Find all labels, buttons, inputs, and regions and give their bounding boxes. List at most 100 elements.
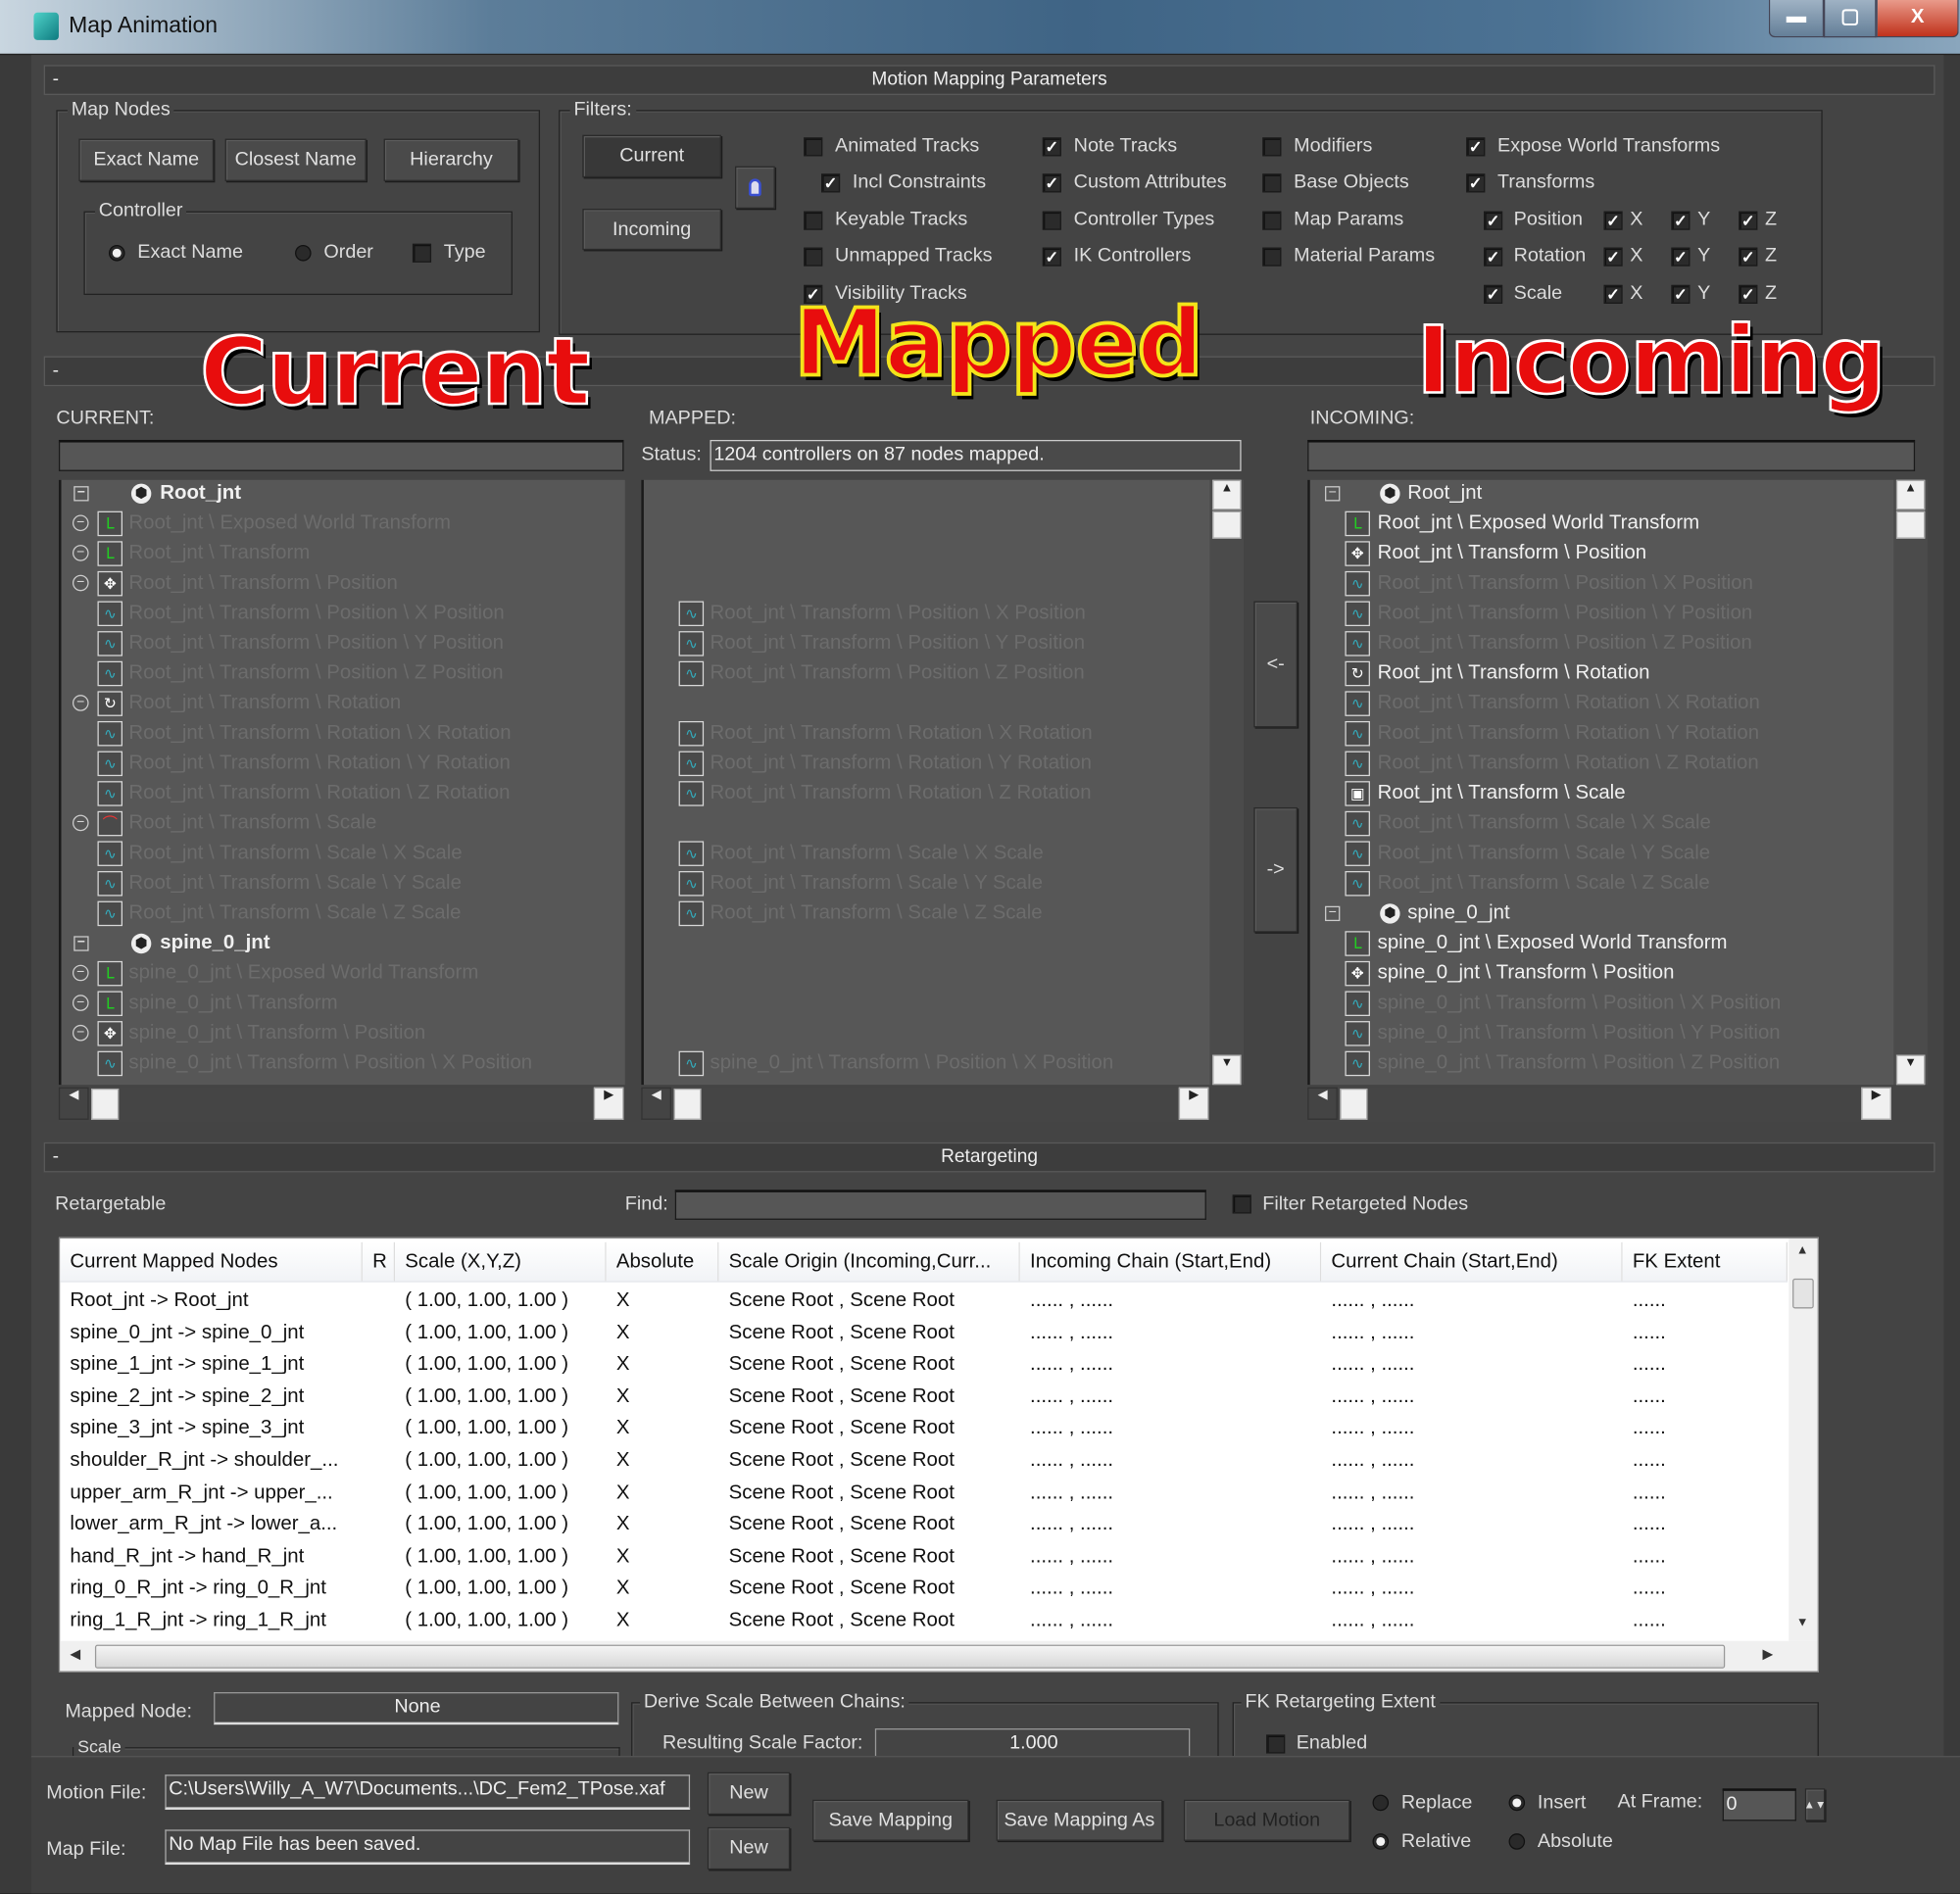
collapse-box-icon[interactable]: − (1325, 905, 1341, 922)
axis-x-checkbox[interactable]: ✓ (1603, 211, 1623, 230)
mapped-row[interactable]: ∿ Root_jnt \ Transform \ Scale \ Y Scale (644, 868, 1210, 898)
minimize-button[interactable]: ▬ (1768, 0, 1824, 38)
filter-checkbox[interactable]: ✓ (804, 284, 823, 304)
tree-controller-row[interactable]: − ✥ spine_0_jnt \ Transform \ Position (61, 1019, 624, 1049)
tree-controller-row[interactable]: ∿ Root_jnt \ Transform \ Position \ Z Pos… (61, 658, 624, 689)
table-row[interactable]: shoulder_R_jnt -> shoulder_... ( 1.00, 1.… (60, 1444, 1788, 1476)
tree-controller-row[interactable]: ∿ Root_jnt \ Transform \ Rotation \ X Rot… (1310, 689, 1894, 719)
incoming-tree[interactable]: − ⬢ Root_jnt ᒪ Root_jnt \ Exposed World Tran… (1307, 479, 1894, 1086)
filter-checkbox[interactable]: ✓ (1042, 173, 1061, 193)
table-row[interactable]: upper_arm_R_jnt -> upper_... ( 1.00, 1.00… (60, 1477, 1788, 1508)
collapse-circle-icon[interactable]: − (72, 964, 89, 982)
tree-controller-row[interactable]: − ⌒ Root_jnt \ Transform \ Scale (61, 808, 624, 839)
current-tree[interactable]: − ⬢ Root_jnt − ᒪ Root_jnt \ Exposed World Tra… (58, 479, 625, 1086)
absolute-radio[interactable] (1508, 1833, 1526, 1850)
lock-filter-button[interactable] (734, 166, 775, 210)
collapse-circle-icon[interactable]: − (72, 695, 89, 711)
axis-z-checkbox[interactable]: ✓ (1739, 247, 1758, 267)
table-row[interactable]: spine_1_jnt -> spine_1_jnt ( 1.00, 1.00, … (60, 1349, 1788, 1381)
axis-y-checkbox[interactable]: ✓ (1671, 247, 1690, 267)
save-mapping-button[interactable]: Save Mapping (812, 1799, 969, 1841)
current-horizontal-scrollbar[interactable]: ◀ ▶ (58, 1087, 625, 1123)
scroll-left-button[interactable]: ◀ (58, 1087, 89, 1120)
scroll-down-button[interactable]: ▼ (1212, 1054, 1242, 1086)
filter-checkbox[interactable] (804, 137, 823, 157)
motion-file-field[interactable]: C:\Users\Willy_A_W7\Documents...\DC_Fem2… (165, 1774, 691, 1810)
tree-controller-row[interactable]: ᒪ Root_jnt \ Exposed World Transform (1310, 509, 1894, 539)
tree-controller-row[interactable]: ∿ Root_jnt \ Transform \ Rotation \ Y Rot… (61, 749, 624, 779)
axis-z-checkbox[interactable]: ✓ (1739, 211, 1758, 230)
collapse-box-icon[interactable]: − (74, 486, 89, 502)
filter-checkbox[interactable] (1262, 173, 1282, 193)
tree-controller-row[interactable]: − ✥ Root_jnt \ Transform \ Position (61, 568, 624, 599)
new-motion-file-button[interactable]: New (707, 1772, 791, 1816)
scroll-thumb[interactable] (1340, 1088, 1368, 1120)
scroll-left-button[interactable]: ◀ (641, 1087, 671, 1120)
filter-checkbox[interactable]: ✓ (1042, 137, 1061, 157)
tree-controller-row[interactable]: ↻ Root_jnt \ Transform \ Rotation (1310, 658, 1894, 689)
tree-controller-row[interactable]: ∿ Root_jnt \ Transform \ Position \ X Pos… (1310, 568, 1894, 599)
collapse-box-icon[interactable]: − (1325, 486, 1341, 502)
collapse-box-icon[interactable]: − (74, 936, 89, 951)
tree-controller-row[interactable]: ✥ spine_0_jnt \ Transform \ Position (1310, 958, 1894, 989)
scroll-thumb[interactable] (94, 1644, 1726, 1669)
column-header[interactable]: Scale Origin (Incoming,Curr... (718, 1241, 1020, 1282)
collapse-circle-icon[interactable]: − (72, 574, 89, 592)
filter-checkbox[interactable]: ✓ (1466, 137, 1486, 157)
scroll-thumb[interactable] (1792, 1278, 1814, 1309)
tree-controller-row[interactable]: ∿ Root_jnt \ Transform \ Rotation \ Y Rot… (1310, 718, 1894, 749)
tree-controller-row[interactable]: − ↻ Root_jnt \ Transform \ Rotation (61, 689, 624, 719)
tree-controller-row[interactable]: − ᒪ spine_0_jnt \ Exposed World Transform (61, 958, 624, 989)
scroll-left-button[interactable]: ◀ (1307, 1087, 1338, 1120)
scroll-right-button[interactable]: ▶ (1861, 1087, 1891, 1120)
filter-checkbox[interactable]: ✓ (1466, 173, 1486, 193)
tree-controller-row[interactable]: ∿ spine_0_jnt \ Transform \ Position \ X … (1310, 989, 1894, 1019)
collapse-circle-icon[interactable]: − (72, 514, 89, 532)
scroll-down-button[interactable]: ▼ (1796, 1616, 1809, 1629)
map-to-incoming-button[interactable]: -> (1253, 806, 1298, 933)
scroll-left-button[interactable]: ◀ (70, 1646, 80, 1662)
table-row[interactable]: ring_1_R_jnt -> ring_1_R_jnt ( 1.00, 1.00… (60, 1605, 1788, 1636)
table-horizontal-scrollbar[interactable]: ◀ ▶ (60, 1640, 1818, 1672)
tree-node-row[interactable]: − ⬢ spine_0_jnt (1310, 898, 1894, 929)
collapse-toggle[interactable]: - (53, 1143, 59, 1171)
axis-x-checkbox[interactable]: ✓ (1603, 247, 1623, 267)
tree-controller-row[interactable]: ∿ Root_jnt \ Transform \ Position \ Z Pos… (1310, 629, 1894, 659)
tree-controller-row[interactable]: ▣ Root_jnt \ Transform \ Scale (1310, 779, 1894, 809)
tree-controller-row[interactable]: ∿ Root_jnt \ Transform \ Rotation \ Z Rot… (1310, 749, 1894, 779)
filter-checkbox[interactable] (1262, 247, 1282, 267)
transform-rotation-checkbox[interactable]: ✓ (1484, 247, 1503, 267)
mapped-row[interactable]: ∿ Root_jnt \ Transform \ Position \ Y Pos… (644, 629, 1210, 659)
tree-controller-row[interactable]: ∿ Root_jnt \ Transform \ Position \ X Pos… (61, 599, 624, 629)
column-header[interactable]: FK Extent (1622, 1241, 1788, 1282)
tree-controller-row[interactable]: ∿ Root_jnt \ Transform \ Rotation \ X Rot… (61, 718, 624, 749)
filter-checkbox[interactable] (1262, 211, 1282, 230)
type-checkbox[interactable] (412, 243, 432, 263)
scroll-down-button[interactable]: ▼ (1895, 1054, 1926, 1086)
mapped-row[interactable]: ∿ Root_jnt \ Transform \ Position \ Z Pos… (644, 658, 1210, 689)
tree-node-row[interactable]: − ⬢ spine_0_jnt (61, 929, 624, 959)
table-row[interactable]: spine_2_jnt -> spine_2_jnt ( 1.00, 1.00, … (60, 1381, 1788, 1412)
scroll-up-button[interactable]: ▲ (1212, 479, 1242, 510)
table-row[interactable]: hand_R_jnt -> hand_R_jnt ( 1.00, 1.00, 1.… (60, 1540, 1788, 1572)
collapse-circle-icon[interactable]: − (72, 545, 89, 561)
current-filter-button[interactable]: Current (582, 134, 721, 178)
exact-name-button[interactable]: Exact Name (78, 138, 215, 181)
exact-name-radio[interactable] (108, 244, 125, 262)
scroll-thumb[interactable] (1895, 510, 1926, 539)
filter-checkbox[interactable] (1042, 211, 1061, 230)
filter-checkbox[interactable]: ✓ (1042, 247, 1061, 267)
motion-mapping-rollout-header[interactable]: - Motion Mapping Parameters (43, 65, 1936, 95)
hierarchy-button[interactable]: Hierarchy (383, 138, 519, 181)
mapped-row[interactable]: ∿ Root_jnt \ Transform \ Position \ X Pos… (644, 599, 1210, 629)
tree-controller-row[interactable]: ∿ Root_jnt \ Transform \ Scale \ Y Scale (1310, 839, 1894, 869)
filter-checkbox[interactable] (804, 211, 823, 230)
axis-y-checkbox[interactable]: ✓ (1671, 284, 1690, 304)
column-header[interactable]: Scale (X,Y,Z) (395, 1241, 607, 1282)
scroll-up-button[interactable]: ▲ (1796, 1243, 1809, 1257)
mapped-row[interactable]: ∿ spine_0_jnt \ Transform \ Position \ X … (644, 1048, 1210, 1079)
tree-controller-row[interactable]: ∿ Root_jnt \ Transform \ Scale \ Z Scale (1310, 868, 1894, 898)
tree-controller-row[interactable]: ∿ spine_0_jnt \ Transform \ Position \ Y … (1310, 1019, 1894, 1049)
mapped-row[interactable]: ∿ Root_jnt \ Transform \ Rotation \ Z Rot… (644, 779, 1210, 809)
tree-controller-row[interactable]: − ᒪ Root_jnt \ Transform (61, 539, 624, 569)
